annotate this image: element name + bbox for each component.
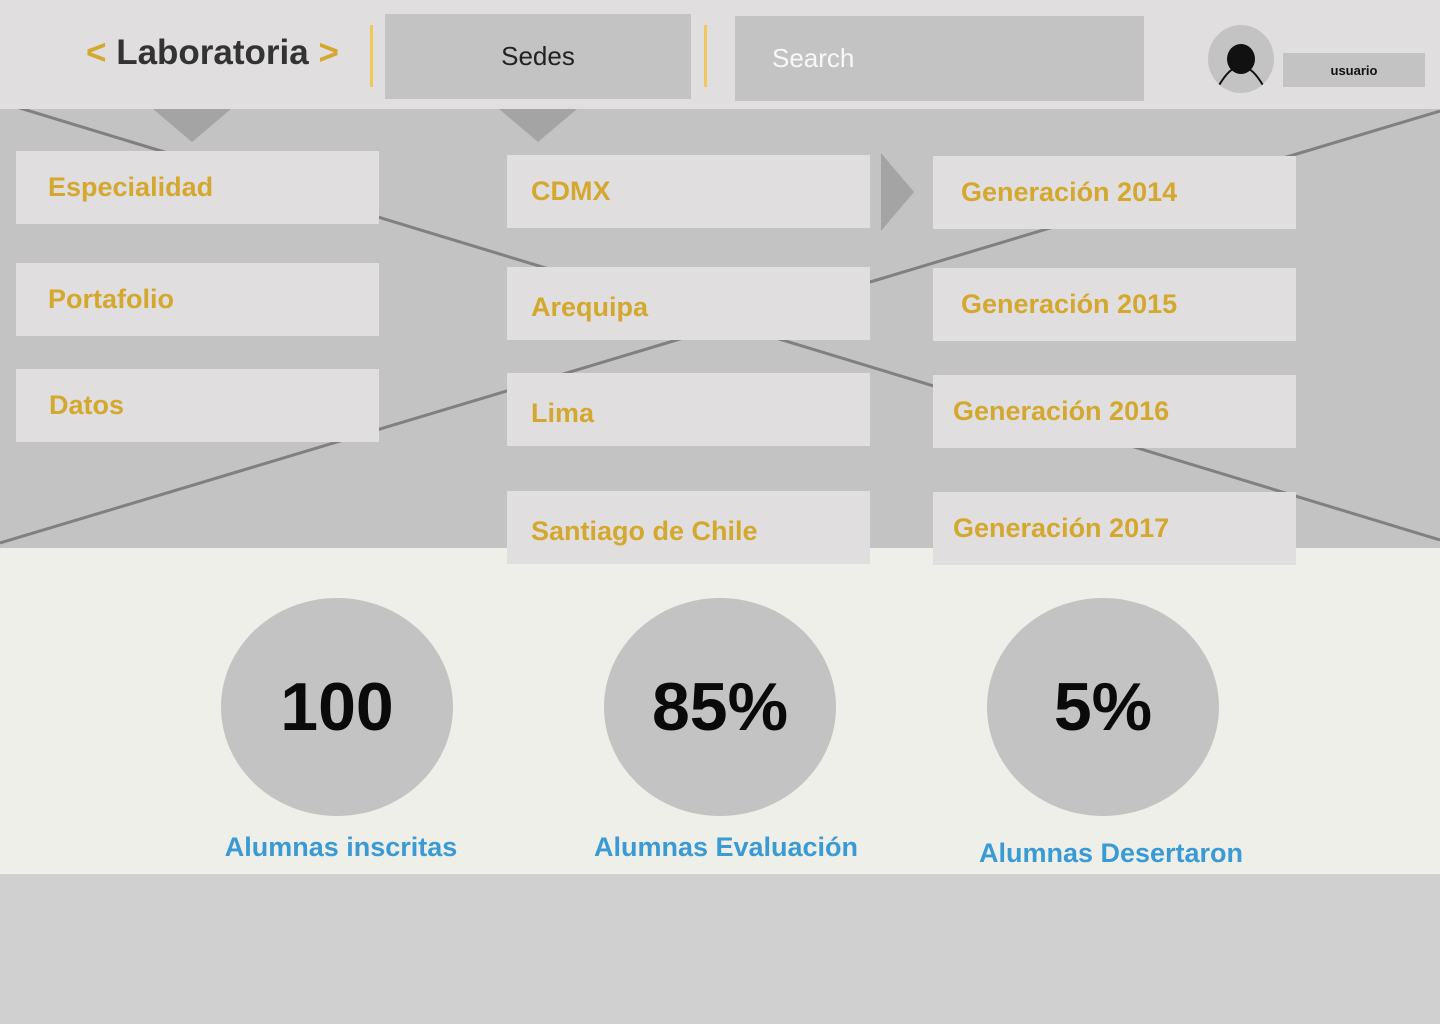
dropdown-caret-icon — [499, 109, 577, 142]
avatar[interactable] — [1208, 25, 1274, 93]
nav-divider — [704, 25, 707, 87]
stat-circle-inscritas: 100 — [221, 598, 453, 816]
sedes-button[interactable]: Sedes — [385, 14, 691, 99]
logo-close-bracket: > — [318, 33, 339, 72]
stat-value: 100 — [280, 669, 394, 745]
stat-label-evaluacion: Alumnas Evaluación — [593, 832, 859, 862]
generacion-item-2014[interactable]: Generación 2014 — [933, 156, 1296, 229]
generacion-item-2016[interactable]: Generación 2016 — [933, 375, 1296, 448]
stat-value: 85% — [651, 669, 789, 745]
username-label[interactable]: usuario — [1283, 53, 1425, 87]
generacion-item-2017[interactable]: Generación 2017 — [933, 492, 1296, 565]
logo-open-bracket: < — [86, 33, 107, 72]
user-avatar-icon — [1217, 44, 1265, 88]
stat-label-inscritas: Alumnas inscritas — [224, 832, 458, 862]
stat-label-desertaron: Alumnas Desertaron — [978, 838, 1244, 868]
menu-item-datos[interactable]: Datos — [16, 369, 379, 442]
generacion-item-2015[interactable]: Generación 2015 — [933, 268, 1296, 341]
dropdown-caret-icon — [153, 109, 231, 142]
nav-divider — [370, 25, 373, 87]
laboratoria-logo[interactable]: < Laboratoria > — [86, 33, 339, 73]
menu-item-especialidad[interactable]: Especialidad — [16, 151, 379, 224]
top-navbar: < Laboratoria > Sedes usuario — [0, 0, 1440, 110]
sede-item-arequipa[interactable]: Arequipa — [507, 267, 870, 340]
sede-item-lima[interactable]: Lima — [507, 373, 870, 446]
menu-panel: Especialidad Portafolio Datos CDMX Arequ… — [0, 109, 1440, 548]
menu-item-portafolio[interactable]: Portafolio — [16, 263, 379, 336]
stat-circle-desertaron: 5% — [987, 598, 1219, 816]
stat-circle-evaluacion: 85% — [604, 598, 836, 816]
sede-item-cdmx[interactable]: CDMX — [507, 155, 870, 228]
logo-text: Laboratoria — [116, 33, 309, 72]
submenu-arrow-icon — [881, 153, 914, 231]
search-input[interactable] — [735, 16, 1144, 101]
stat-value: 5% — [1053, 669, 1153, 745]
stats-section: 100 Alumnas inscritas 85% Alumnas Evalua… — [0, 548, 1440, 874]
sede-item-santiago[interactable]: Santiago de Chile — [507, 491, 870, 564]
